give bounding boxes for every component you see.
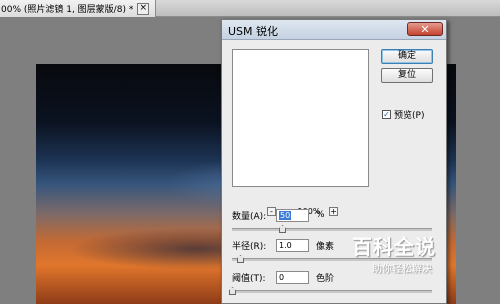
threshold-input[interactable]: 0 — [276, 270, 309, 284]
dialog-titlebar[interactable]: USM 锐化 ✕ — [222, 20, 446, 40]
watermark-subtitle: 助你轻松解决 — [372, 264, 432, 275]
radius-slider-thumb[interactable] — [237, 255, 244, 263]
document-tab-title: 00% (照片滤镜 1, 图层蒙版/8) * — [1, 5, 134, 15]
document-tab[interactable]: 00% (照片滤镜 1, 图层蒙版/8) * × — [0, 0, 157, 17]
ok-button[interactable]: 确定 — [381, 49, 433, 64]
radius-label: 半径(R): — [232, 241, 267, 252]
preview-pane[interactable] — [232, 49, 369, 187]
radius-unit: 像素 — [316, 241, 335, 252]
dialog-close-button[interactable]: ✕ — [407, 22, 443, 36]
threshold-row: 阈值(T): 0 色阶 — [232, 270, 334, 284]
threshold-slider-track — [232, 290, 432, 293]
preview-checkbox[interactable]: ✓ — [382, 109, 391, 119]
amount-unit: % — [316, 210, 325, 220]
radius-row: 半径(R): 1.0 像素 — [232, 238, 334, 252]
baike-watermark-logo: 百科全说 助你轻松解决 — [344, 229, 460, 281]
watermark-title: 百科全说 — [352, 235, 436, 259]
amount-value: 50 — [279, 210, 292, 220]
preview-label: 预览(P) — [394, 110, 425, 121]
threshold-label: 阈值(T): — [232, 273, 266, 284]
amount-row: 数量(A): 50 % — [232, 208, 325, 222]
reset-button[interactable]: 复位 — [381, 68, 433, 83]
dialog-title: USM 锐化 — [228, 25, 279, 38]
amount-label: 数量(A): — [232, 211, 267, 222]
radius-input[interactable]: 1.0 — [276, 238, 309, 252]
close-icon[interactable]: × — [137, 2, 150, 15]
preview-option[interactable]: ✓ 预览(P) — [382, 108, 425, 121]
document-tab-bar: 00% (照片滤镜 1, 图层蒙版/8) * × — [0, 0, 500, 17]
threshold-slider[interactable] — [229, 287, 432, 295]
amount-slider-thumb[interactable] — [279, 225, 286, 233]
threshold-unit: 色阶 — [316, 273, 335, 284]
threshold-slider-thumb[interactable] — [229, 287, 236, 295]
zoom-in-button[interactable]: + — [329, 207, 338, 216]
amount-input[interactable]: 50 — [276, 208, 309, 222]
